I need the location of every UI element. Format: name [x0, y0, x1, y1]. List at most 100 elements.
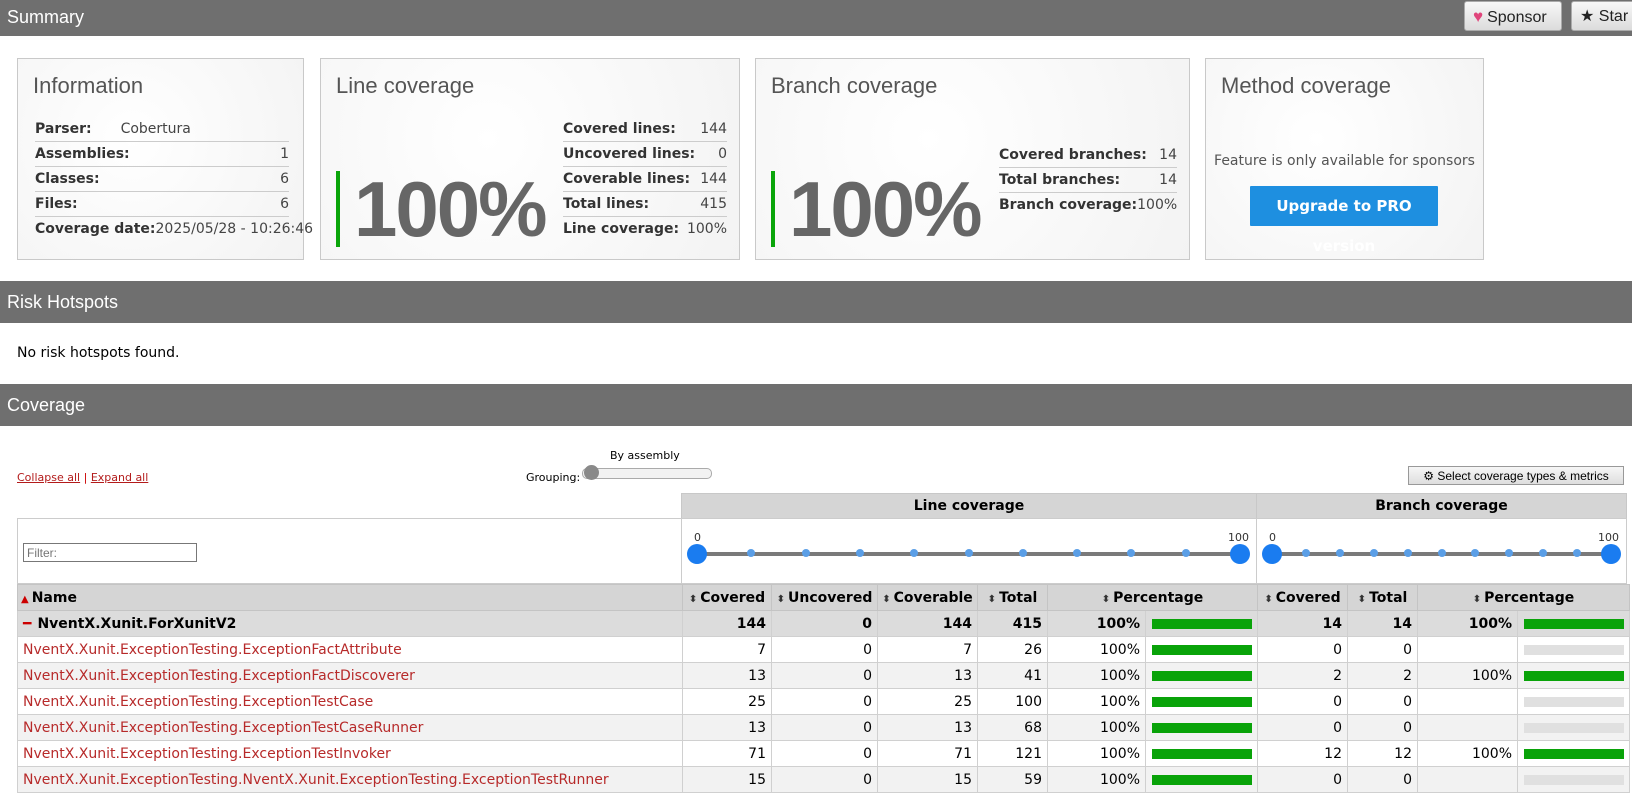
sponsor-only-note: Feature is only available for sponsors — [1214, 153, 1475, 169]
percentage-column-header[interactable]: ⬍ Percentage — [1047, 584, 1258, 611]
column-label: Percentage — [1484, 589, 1575, 606]
total-column-header[interactable]: ⬍ Total — [977, 584, 1048, 611]
range-min-handle[interactable] — [1262, 544, 1282, 564]
coverable-cell: 144 — [877, 610, 978, 637]
line-range-min: 0 — [694, 531, 701, 544]
range-max-handle[interactable] — [1601, 544, 1621, 564]
uncovered-cell: 0 — [771, 740, 878, 767]
branch-covered-cell: 0 — [1257, 688, 1348, 715]
uncovered-cell: 0 — [771, 662, 878, 689]
coverage-bar — [1523, 774, 1624, 785]
assembly-name: NventX.Xunit.ForXunitV2 — [37, 615, 237, 632]
assembly-row[interactable]: ━ NventX.Xunit.ForXunitV2 144 0 144 415 1… — [17, 610, 1630, 637]
grouping-value: By assembly — [610, 449, 680, 462]
branch-covered-cell: 0 — [1257, 714, 1348, 741]
info-row-files: Files: 6 — [35, 192, 289, 217]
sort-asc-icon: ▲ — [21, 593, 29, 605]
covered-column-header[interactable]: ⬍ Covered — [682, 584, 772, 611]
branch-row: Covered branches: 14 — [999, 143, 1177, 168]
line-coverage-bar-cell — [1145, 766, 1258, 793]
filter-input[interactable] — [23, 543, 197, 562]
coverable-column-header[interactable]: ⬍ Coverable — [877, 584, 978, 611]
class-link[interactable]: NventX.Xunit.ExceptionTesting.ExceptionT… — [23, 720, 423, 736]
branch-total-cell: 2 — [1347, 662, 1418, 689]
information-title: Information — [33, 73, 144, 98]
sort-icon: ⬍ — [987, 593, 997, 605]
info-label: Classes: — [35, 171, 100, 187]
collapse-all-link[interactable]: Collapse all — [17, 471, 80, 484]
info-value: 1 — [280, 146, 289, 162]
range-tick — [801, 549, 810, 557]
no-risk-message: No risk hotspots found. — [17, 345, 180, 361]
covered-cell: 13 — [682, 714, 772, 741]
line-coverage-bar-cell — [1145, 610, 1258, 637]
branch-value: 14 — [1159, 172, 1177, 188]
class-link[interactable]: NventX.Xunit.ExceptionTesting.ExceptionF… — [23, 668, 415, 684]
line-range-max: 100 — [1228, 531, 1249, 544]
select-metrics-label: Select coverage types & metrics — [1437, 469, 1609, 483]
class-link[interactable]: NventX.Xunit.ExceptionTesting.NventX.Xun… — [23, 772, 609, 788]
info-row-assemblies: Assemblies: 1 — [35, 142, 289, 167]
branch-total-cell: 14 — [1347, 610, 1418, 637]
branch-coverage-table: Covered branches: 14 Total branches: 14 Br… — [999, 143, 1177, 218]
star-label: Star — [1598, 8, 1629, 25]
coverage-bar — [1151, 722, 1252, 733]
range-max-handle[interactable] — [1230, 544, 1250, 564]
percentage-cell: 100% — [1047, 688, 1146, 715]
sort-icon: ⬍ — [688, 593, 698, 605]
coverage-bar-fill — [1151, 774, 1252, 785]
class-link[interactable]: NventX.Xunit.ExceptionTesting.ExceptionF… — [23, 642, 402, 658]
line-coverage-bar-cell — [1145, 740, 1258, 767]
method-coverage-title: Method coverage — [1221, 73, 1391, 98]
table-row: NventX.Xunit.ExceptionTesting.ExceptionT… — [17, 714, 1630, 741]
line-coverage-bar-cell — [1145, 714, 1258, 741]
grouping-slider-handle[interactable] — [584, 465, 599, 480]
covered-cell: 71 — [682, 740, 772, 767]
branch-percentage-cell — [1417, 636, 1518, 663]
total-cell: 26 — [977, 636, 1048, 663]
branch-covered-cell: 14 — [1257, 610, 1348, 637]
class-link[interactable]: NventX.Xunit.ExceptionTesting.ExceptionT… — [23, 694, 373, 710]
info-value: 2025/05/28 - 10:26:46 — [155, 221, 314, 237]
uncovered-column-header[interactable]: ⬍ Uncovered — [771, 584, 878, 611]
coverage-title: Coverage — [7, 395, 86, 415]
total-cell: 59 — [977, 766, 1048, 793]
line-value: 0 — [718, 146, 727, 162]
gear-icon: ⚙ — [1423, 469, 1434, 483]
branch-covered-column-header[interactable]: ⬍ Covered — [1257, 584, 1348, 611]
sort-icon: ⬍ — [1264, 593, 1273, 605]
sort-icon: ⬍ — [1101, 593, 1111, 605]
name-column-header[interactable]: ▲ Name — [17, 584, 683, 611]
line-label: Covered lines: — [563, 121, 676, 137]
sponsor-button[interactable]: ♥ Sponsor — [1464, 1, 1562, 31]
collapse-expand-links: Collapse all | Expand all — [17, 471, 148, 484]
line-label: Coverable lines: — [563, 171, 691, 187]
coverage-bar-fill — [1523, 748, 1624, 759]
percentage-cell: 100% — [1047, 636, 1146, 663]
grouping-slider[interactable] — [582, 465, 712, 480]
uncovered-cell: 0 — [771, 688, 878, 715]
uncovered-cell: 0 — [771, 766, 878, 793]
range-min-handle[interactable] — [687, 544, 707, 564]
star-icon: ★ — [1580, 8, 1595, 25]
star-button[interactable]: ★ Star — [1571, 1, 1632, 31]
branch-total-cell: 0 — [1347, 766, 1418, 793]
collapse-icon[interactable]: ━ — [23, 616, 31, 632]
assembly-name-cell[interactable]: ━ NventX.Xunit.ForXunitV2 — [17, 610, 683, 637]
branch-total-column-header[interactable]: ⬍ Total — [1347, 584, 1418, 611]
summary-header: Summary — [0, 0, 1632, 36]
class-link[interactable]: NventX.Xunit.ExceptionTesting.ExceptionT… — [23, 746, 391, 762]
line-label: Total lines: — [563, 196, 650, 212]
upgrade-pro-button[interactable]: Upgrade to PRO version — [1250, 186, 1438, 255]
select-coverage-types-button[interactable]: ⚙ Select coverage types & metrics — [1408, 466, 1624, 485]
coverage-header: Coverage — [0, 384, 1632, 426]
branch-label: Covered branches: — [999, 147, 1147, 163]
heart-icon: ♥ — [1473, 7, 1484, 26]
total-cell: 100 — [977, 688, 1048, 715]
percentage-cell: 100% — [1047, 662, 1146, 689]
coverage-bar — [1523, 722, 1624, 733]
column-label: Total — [1369, 589, 1408, 606]
info-label: Coverage date: — [35, 221, 156, 237]
expand-all-link[interactable]: Expand all — [91, 471, 149, 484]
branch-percentage-column-header[interactable]: ⬍ Percentage — [1417, 584, 1630, 611]
